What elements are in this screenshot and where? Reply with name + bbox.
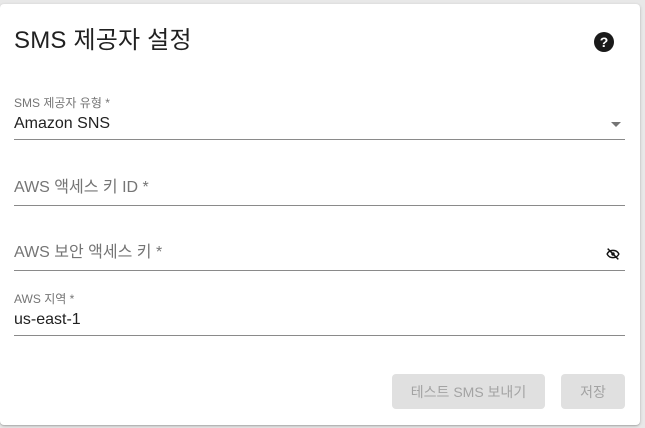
region-field[interactable]: AWS 지역 * us-east-1 [14,292,625,336]
sms-provider-settings-card: SMS 제공자 설정 ? SMS 제공자 유형 * Amazon SNS AWS… [0,4,640,425]
region-value: us-east-1 [14,311,81,328]
secret-access-key-input[interactable]: AWS 보안 액세스 키 * [14,242,625,271]
access-key-id-placeholder: AWS 액세스 키 ID * [14,179,149,196]
secret-access-key-placeholder: AWS 보안 액세스 키 * [14,244,163,261]
region-label: AWS 지역 * [14,292,75,306]
dropdown-arrow-icon[interactable] [611,122,621,127]
access-key-id-field[interactable]: AWS 액세스 키 ID * [14,177,625,206]
provider-type-selected-text: Amazon SNS [14,115,111,132]
region-input[interactable]: us-east-1 [14,309,625,336]
access-key-id-input[interactable]: AWS 액세스 키 ID * [14,177,625,206]
question-mark-icon: ? [594,32,614,52]
secret-access-key-field[interactable]: AWS 보안 액세스 키 * [14,242,625,271]
send-test-sms-button[interactable]: 테스트 SMS 보내기 [392,374,545,409]
provider-type-select[interactable]: SMS 제공자 유형 * Amazon SNS [14,96,625,140]
visibility-off-icon[interactable] [605,246,621,262]
save-button[interactable]: 저장 [561,374,625,409]
provider-type-value[interactable]: Amazon SNS [14,113,625,140]
help-button[interactable]: ? [590,28,618,56]
provider-type-label: SMS 제공자 유형 * [14,96,110,110]
dialog-title: SMS 제공자 설정 [14,27,192,54]
